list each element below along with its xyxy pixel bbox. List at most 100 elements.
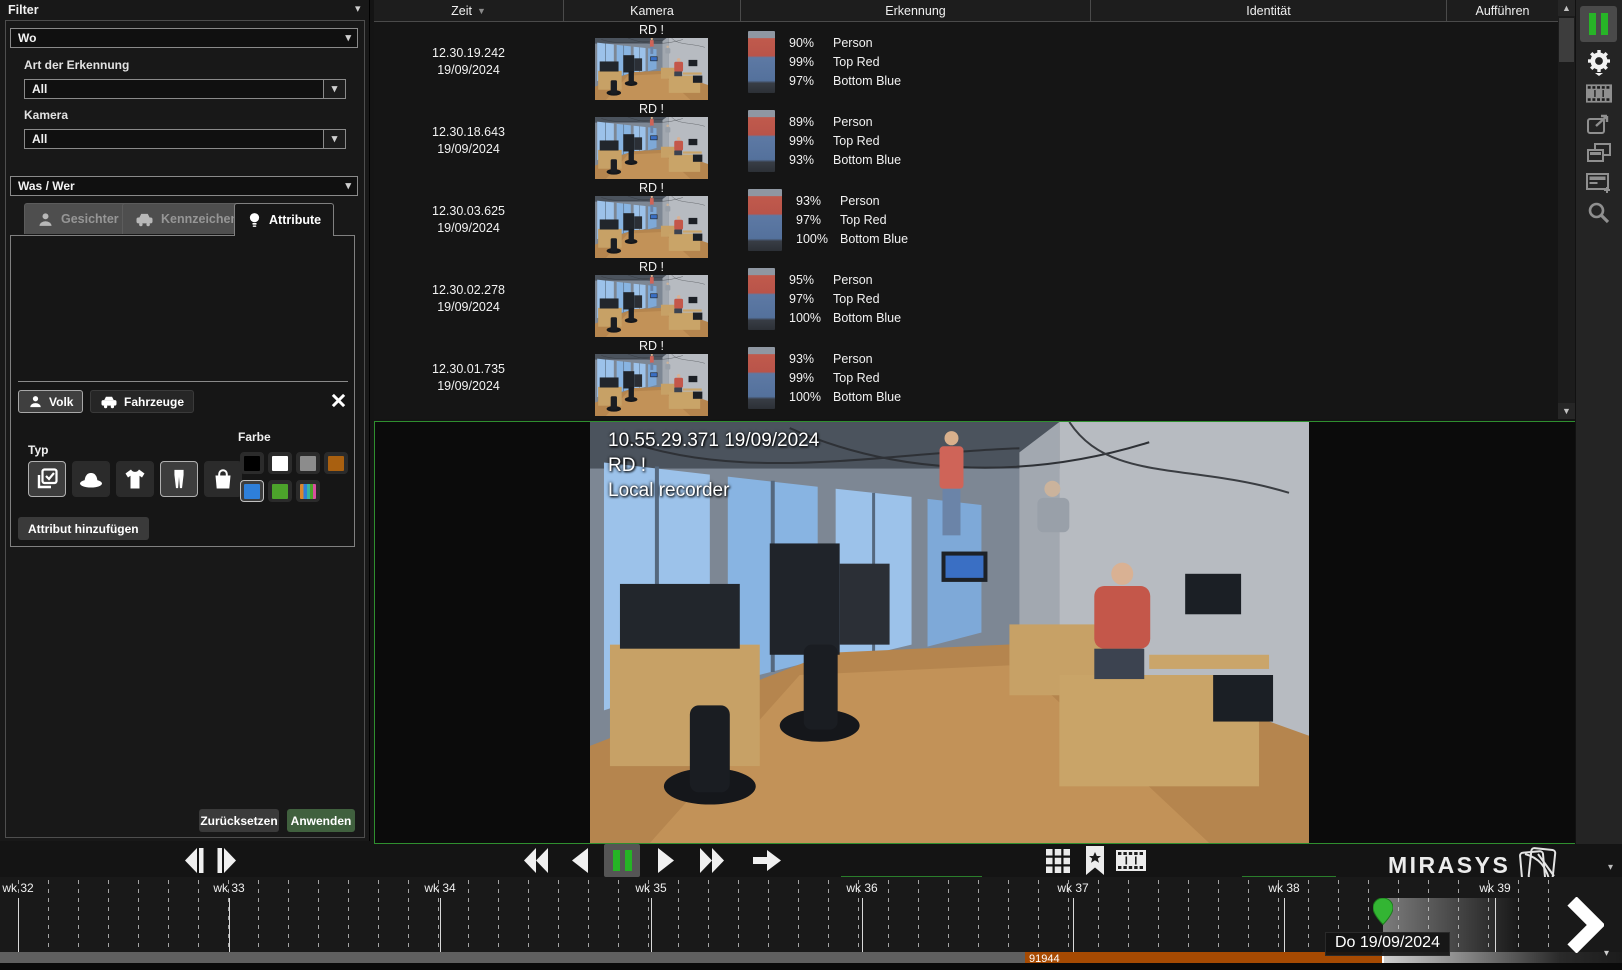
chevron-down-icon[interactable]: ▾ — [323, 130, 345, 148]
color-swatch-gray[interactable] — [296, 452, 320, 474]
scrollbar-thumb[interactable] — [1559, 18, 1574, 62]
week-label: wk 32 — [0, 881, 48, 895]
table-row[interactable]: 12.30.01.73519/09/2024 RD ! 93%Person 99… — [374, 338, 1558, 417]
detection-crop-thumbnail[interactable] — [748, 268, 775, 330]
timeline-pan-right-icon[interactable] — [1566, 897, 1604, 953]
camera-name: RD ! — [639, 339, 664, 354]
column-header-detection[interactable]: Erkennung — [740, 0, 1090, 21]
pause-mode-button[interactable] — [1580, 6, 1617, 42]
chevron-down-icon — [1595, 73, 1603, 76]
apply-button[interactable]: Anwenden — [287, 809, 355, 832]
tab-license-plates[interactable]: Kennzeichen — [122, 203, 251, 234]
remove-attribute-group-button[interactable] — [328, 390, 348, 410]
filter-panel-title: Filter — [8, 3, 39, 17]
camera-filter-select[interactable]: All ▾ — [24, 129, 346, 149]
add-attribute-button[interactable]: Attribut hinzufügen — [18, 517, 149, 540]
scroll-down-icon[interactable]: ▼ — [1558, 403, 1575, 419]
color-swatch-brown[interactable] — [324, 452, 348, 474]
brand-menu-caret-icon[interactable]: ▾ — [1608, 863, 1613, 873]
reset-button[interactable]: Zurücksetzen — [199, 809, 279, 832]
detection-line: 89%Person — [789, 115, 901, 129]
step-forward-icon[interactable] — [214, 847, 238, 874]
playhead-pin-icon[interactable] — [1373, 898, 1393, 925]
person-icon — [28, 394, 43, 409]
table-row[interactable]: 12.30.03.62519/09/2024 RD ! 93%Person 97… — [374, 180, 1558, 259]
table-row[interactable]: 12.30.18.64319/09/2024 RD ! 89%Person 99… — [374, 101, 1558, 180]
scroll-up-icon[interactable]: ▲ — [1558, 0, 1575, 16]
people-category-button[interactable]: Volk — [18, 390, 83, 413]
detection-crop-thumbnail[interactable] — [748, 110, 775, 172]
what-who-section-header[interactable]: Was / Wer ▾ — [10, 176, 358, 196]
step-backward-icon[interactable] — [183, 847, 207, 874]
column-header-identity[interactable]: Identität — [1090, 0, 1446, 21]
detection-line: 97%Top Red — [789, 292, 901, 306]
detection-crop-thumbnail[interactable] — [748, 31, 775, 93]
column-label: Erkennung — [885, 4, 945, 18]
filter-collapse-icon[interactable]: ▾ — [355, 4, 361, 14]
filter-panel: Filter ▾ Wo ▾ Art der Erkennung All ▾ Ka… — [0, 0, 370, 841]
play-icon[interactable] — [656, 847, 676, 874]
overlay-alarm: RD ! — [608, 453, 819, 478]
detection-type-select[interactable]: All ▾ — [24, 79, 346, 99]
filmstrip-icon[interactable] — [1116, 850, 1146, 871]
pause-icon — [613, 850, 620, 871]
camera-cell: RD ! — [563, 101, 740, 180]
tab-attributes[interactable]: Attribute — [234, 203, 334, 236]
add-card-icon[interactable] — [1586, 172, 1612, 194]
week-gridline — [1073, 898, 1074, 952]
video-pane[interactable]: 10.55.29.371 19/09/2024 RD ! Local recor… — [374, 421, 1577, 844]
type-bag-button[interactable] — [204, 461, 242, 497]
camera-thumbnail[interactable] — [595, 196, 708, 258]
perform-cell — [1446, 22, 1558, 101]
camera-thumbnail[interactable] — [595, 275, 708, 337]
column-header-time[interactable]: Zeit ▼ — [374, 0, 563, 21]
column-header-perform[interactable]: Aufführen — [1446, 0, 1558, 21]
detection-crop-thumbnail[interactable] — [748, 347, 775, 409]
play-backward-icon[interactable] — [570, 847, 590, 874]
perform-cell — [1446, 259, 1558, 338]
settings-gear-icon[interactable] — [1585, 48, 1613, 76]
jump-forward-icon[interactable] — [752, 847, 782, 874]
export-icon[interactable] — [1586, 112, 1612, 136]
detection-line: 95%Person — [789, 273, 901, 287]
vehicles-category-button[interactable]: Fahrzeuge — [90, 390, 194, 413]
results-table: Zeit ▼ Kamera Erkennung Identität Auffüh… — [374, 0, 1558, 419]
bookmark-icon[interactable] — [1084, 846, 1106, 876]
type-shirt-button[interactable] — [116, 461, 154, 497]
category-label: Volk — [49, 395, 73, 409]
camera-thumbnail[interactable] — [595, 354, 708, 416]
color-swatch-black[interactable] — [240, 452, 264, 474]
detection-line: 100%Bottom Blue — [796, 232, 908, 246]
color-swatch-blue[interactable] — [240, 480, 264, 502]
filmstrip-panel-icon[interactable] — [1586, 84, 1612, 103]
cascade-windows-icon[interactable] — [1586, 142, 1612, 165]
table-row[interactable]: 12.30.02.27819/09/2024 RD ! 95%Person 97… — [374, 259, 1558, 338]
column-header-camera[interactable]: Kamera — [563, 0, 740, 21]
timeline-options-caret-icon[interactable]: ▾ — [1604, 949, 1609, 959]
tab-faces[interactable]: Gesichter — [24, 203, 132, 234]
type-hat-button[interactable] — [72, 461, 110, 497]
identity-cell — [1090, 101, 1446, 180]
color-swatch-green[interactable] — [268, 480, 292, 502]
type-pants-button[interactable] — [160, 461, 198, 497]
chevron-down-icon: ▾ — [345, 181, 357, 191]
timeline[interactable]: wk 32 wk 33 wk 34 wk 35 wk 36 wk 37 wk 3… — [0, 877, 1622, 970]
pause-button[interactable] — [604, 844, 640, 877]
grid-view-icon[interactable] — [1046, 849, 1070, 873]
video-overlay: 10.55.29.371 19/09/2024 RD ! Local recor… — [608, 428, 819, 503]
table-row[interactable]: 12.30.19.24219/09/2024 RD ! 90%Person 99… — [374, 22, 1558, 101]
camera-thumbnail[interactable] — [595, 117, 708, 179]
color-swatch-multi[interactable] — [296, 480, 320, 502]
chevron-down-icon[interactable]: ▾ — [323, 80, 345, 98]
camera-thumbnail[interactable] — [595, 38, 708, 100]
detection-crop-thumbnail[interactable] — [748, 189, 782, 251]
rewind-icon[interactable] — [522, 847, 550, 874]
where-section-header[interactable]: Wo ▾ — [10, 28, 358, 48]
type-all-button[interactable] — [28, 461, 66, 497]
swatch-fill — [244, 456, 260, 471]
fast-forward-icon[interactable] — [698, 847, 726, 874]
color-swatch-white[interactable] — [268, 452, 292, 474]
checklist-icon — [35, 467, 59, 491]
results-scrollbar[interactable]: ▲ ▼ — [1558, 0, 1575, 419]
search-icon[interactable] — [1586, 200, 1611, 225]
